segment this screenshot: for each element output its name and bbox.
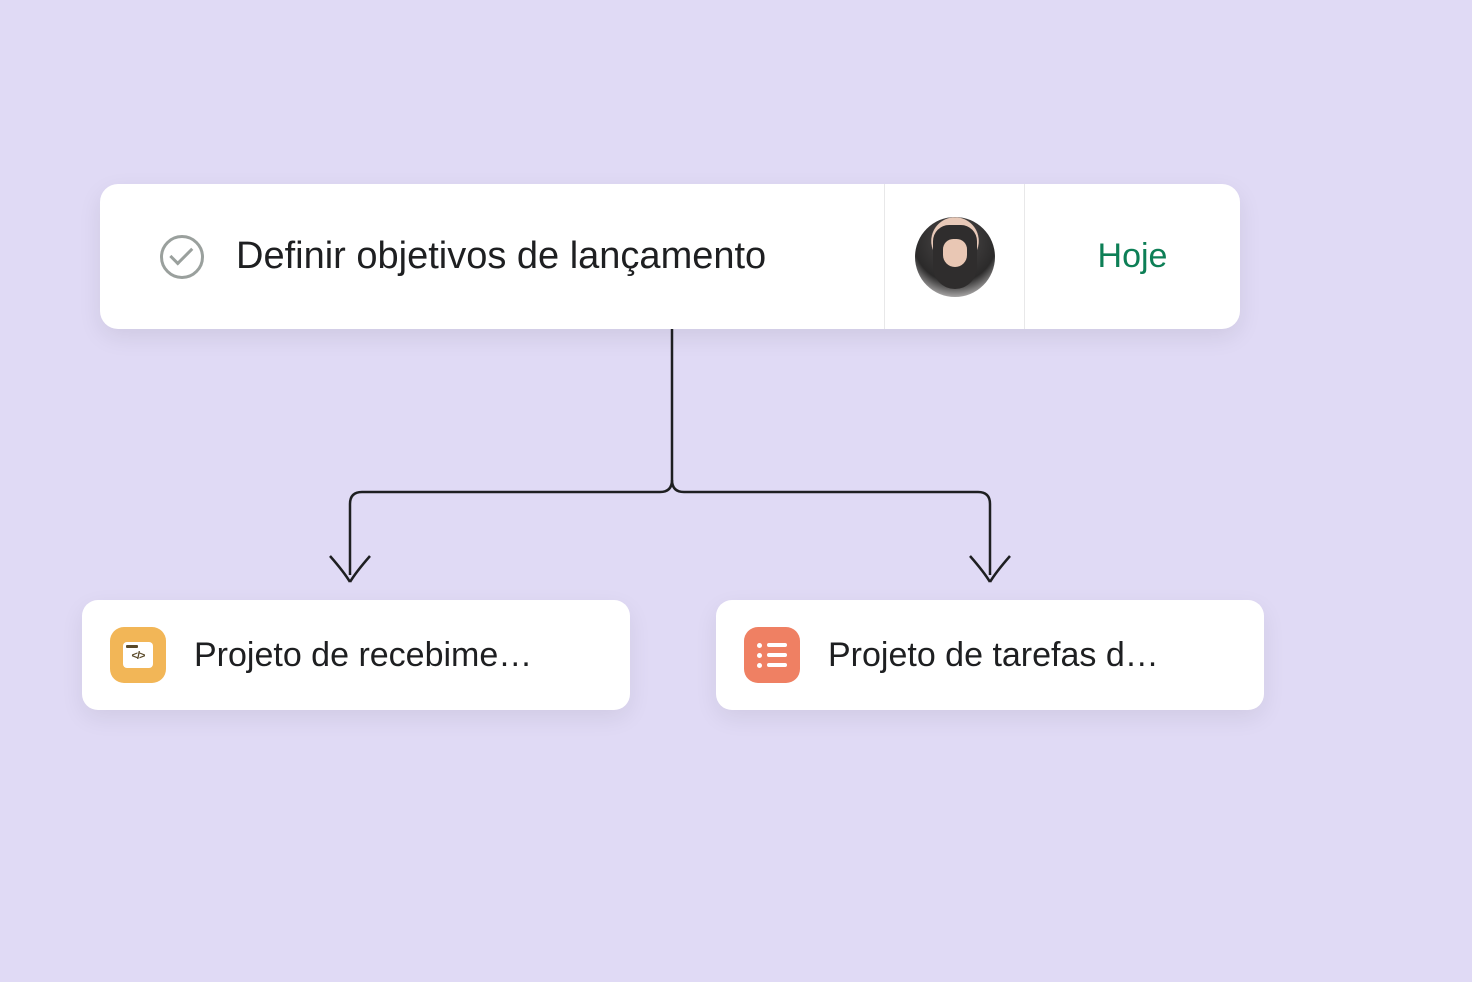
project-title: Projeto de tarefas d…: [828, 636, 1236, 675]
task-main: Definir objetivos de lançamento: [100, 184, 884, 329]
assignee-cell[interactable]: [884, 184, 1024, 329]
list-icon: [744, 627, 800, 683]
code-window-icon: [110, 627, 166, 683]
project-card-right[interactable]: Projeto de tarefas d…: [716, 600, 1264, 710]
task-card[interactable]: Definir objetivos de lançamento Hoje: [100, 184, 1240, 329]
assignee-avatar: [915, 217, 995, 297]
project-card-left[interactable]: Projeto de recebime…: [82, 600, 630, 710]
due-date-label: Hoje: [1098, 237, 1168, 276]
project-title: Projeto de recebime…: [194, 636, 602, 675]
task-title: Definir objetivos de lançamento: [236, 235, 766, 278]
due-date-cell[interactable]: Hoje: [1024, 184, 1240, 329]
connector-lines: [0, 0, 1472, 982]
complete-check-icon[interactable]: [160, 235, 204, 279]
